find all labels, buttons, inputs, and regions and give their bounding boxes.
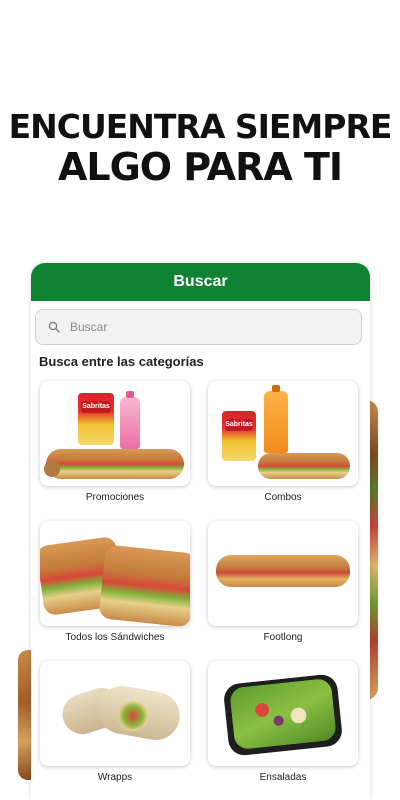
footlong-image	[208, 521, 358, 626]
bag-brand-label: Sabritas	[225, 419, 253, 431]
phone-screen: Buscar Busca entre las categorías Sabrit…	[31, 263, 370, 800]
section-title: Busca entre las categorías	[39, 354, 204, 369]
promo-combo-image: Sabritas	[40, 381, 190, 486]
promo-headline: ENCUENTRA SIEMPRE ALGO PARA TI	[0, 107, 400, 189]
wrap-image	[40, 661, 190, 766]
search-icon	[48, 321, 60, 333]
category-label: Promociones	[85, 492, 145, 503]
category-label: Ensaladas	[259, 772, 307, 783]
category-card-footlong[interactable]: Footlong	[208, 521, 358, 643]
search-bar[interactable]	[35, 309, 362, 345]
search-input[interactable]	[68, 319, 332, 335]
bag-brand-label: Sabritas	[81, 401, 111, 413]
category-label: Combos	[264, 492, 302, 503]
category-label: Wrapps	[97, 772, 133, 783]
sandwiches-image	[40, 521, 190, 626]
category-card-promociones[interactable]: Sabritas Promociones	[40, 381, 190, 503]
category-card-ensaladas[interactable]: Ensaladas	[208, 661, 358, 783]
headline-line-1: ENCUENTRA SIEMPRE	[8, 107, 393, 146]
salad-image	[208, 661, 358, 766]
category-card-combos[interactable]: Sabritas Combos	[208, 381, 358, 503]
page-title: Buscar	[173, 273, 228, 290]
app-bar: Buscar	[31, 263, 370, 301]
category-card-todos-los-sandwiches[interactable]: Todos los Sándwiches	[40, 521, 190, 643]
category-card-wrapps[interactable]: Wrapps	[40, 661, 190, 783]
headline-line-2: ALGO PARA TI	[57, 145, 343, 189]
category-label: Todos los Sándwiches	[65, 632, 165, 643]
category-label: Footlong	[263, 632, 303, 643]
combo-image: Sabritas	[208, 381, 358, 486]
